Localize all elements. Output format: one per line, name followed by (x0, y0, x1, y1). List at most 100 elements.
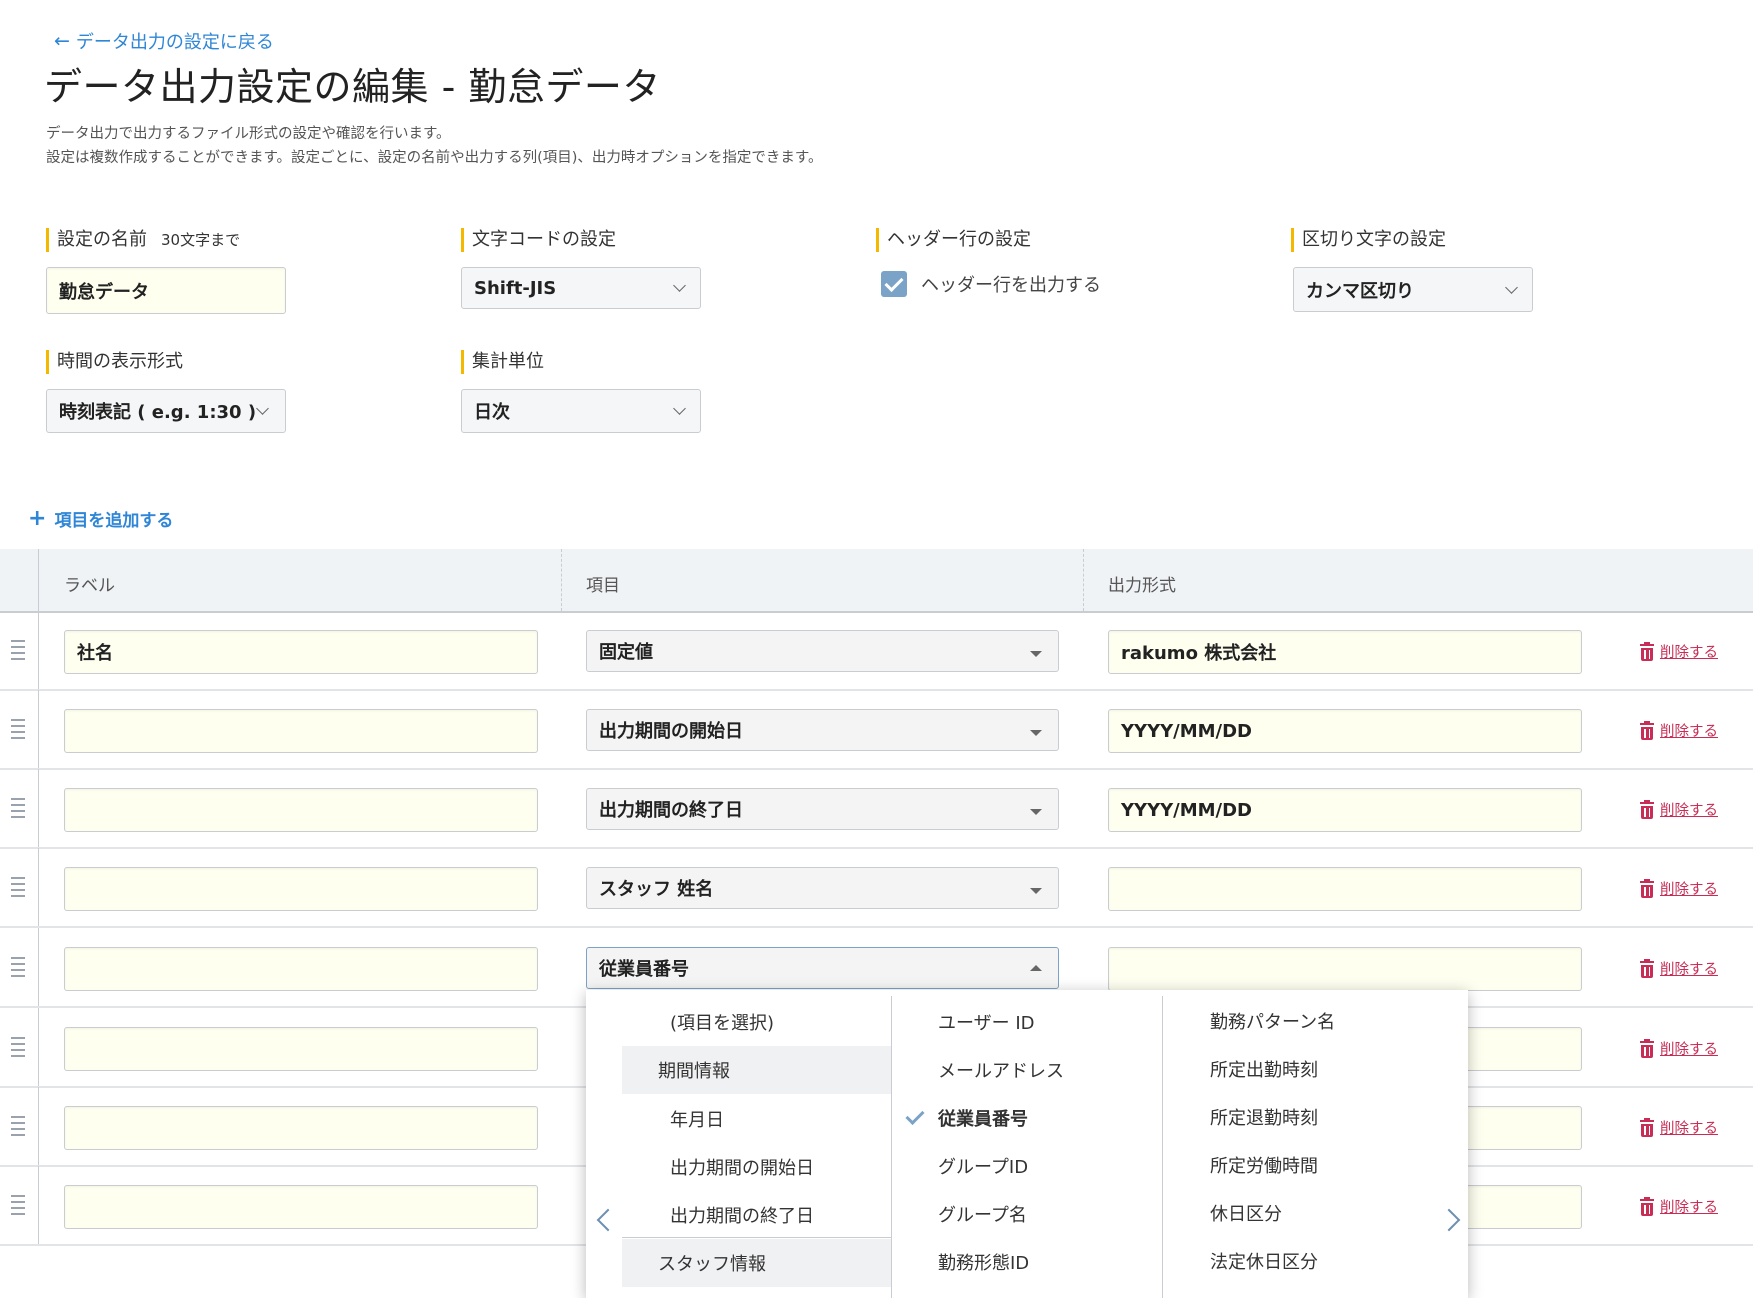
column-divider (38, 549, 39, 611)
chevron-down-icon (673, 279, 686, 292)
back-link-label: データ出力の設定に戻る (75, 32, 274, 53)
column-divider (38, 1166, 39, 1244)
column-header-item: 項目 (586, 576, 620, 596)
drag-handle-icon[interactable] (11, 1195, 25, 1219)
delete-button[interactable]: 削除する (1640, 878, 1718, 899)
header-row-checkbox[interactable] (881, 271, 907, 297)
dropdown-option[interactable]: 休日区分 (1210, 1200, 1282, 1226)
dropdown-option[interactable]: 所定労働時間 (1210, 1152, 1318, 1178)
header-row-label: ヘッダー行の設定 (876, 228, 1031, 252)
format-input[interactable]: YYYY/MM/DD (1108, 709, 1582, 753)
label-input[interactable] (64, 947, 538, 991)
header-row-checkbox-group[interactable]: ヘッダー行を出力する (881, 271, 1101, 297)
chevron-down-icon (1505, 280, 1518, 294)
time-format-select[interactable]: 時刻表記 ( e.g. 1:30 ) (46, 389, 286, 433)
dropdown-option[interactable]: 出力期間の終了日 (670, 1202, 814, 1228)
item-dropdown-menu: (項目を選択) 期間情報 年月日 出力期間の開始日 出力期間の終了日 スタッフ情… (586, 990, 1468, 1298)
item-select-value: 出力期間の開始日 (599, 721, 743, 742)
back-link[interactable]: ← データ出力の設定に戻る (54, 28, 274, 54)
delete-label: 削除する (1660, 962, 1718, 978)
trash-icon (1640, 1117, 1654, 1137)
label-input[interactable] (64, 1106, 538, 1150)
table-header: ラベル 項目 出力形式 (0, 549, 1753, 613)
label-input[interactable] (64, 1185, 538, 1229)
column-divider (561, 549, 562, 611)
label-input[interactable]: 社名 (64, 630, 538, 674)
add-item-button[interactable]: + 項目を追加する (28, 506, 173, 531)
dropdown-option[interactable]: 所定出勤時刻 (1210, 1056, 1318, 1082)
item-select[interactable]: 出力期間の開始日 (586, 709, 1059, 751)
delete-button[interactable]: 削除する (1640, 958, 1718, 979)
format-input[interactable] (1108, 947, 1582, 991)
dropdown-option[interactable]: 従業員番号 (938, 1105, 1028, 1131)
drag-handle-icon[interactable] (11, 719, 25, 743)
caret-down-icon (1030, 888, 1042, 894)
dropdown-column-1: (項目を選択) 期間情報 年月日 出力期間の開始日 出力期間の終了日 スタッフ情… (586, 990, 891, 1298)
arrow-left-icon: ← (54, 30, 70, 52)
label-input[interactable] (64, 1027, 538, 1071)
delete-label: 削除する (1660, 1042, 1718, 1058)
delete-button[interactable]: 削除する (1640, 720, 1718, 741)
item-select[interactable]: 従業員番号 (586, 947, 1059, 989)
checkmark-icon (884, 272, 904, 292)
drag-handle-icon[interactable] (11, 1116, 25, 1140)
encoding-select[interactable]: Shift-JIS (461, 267, 701, 309)
dropdown-option[interactable]: グループ名 (938, 1201, 1027, 1227)
table-row: 社名 固定値 rakumo 株式会社 削除する (0, 611, 1753, 691)
delete-button[interactable]: 削除する (1640, 799, 1718, 820)
drag-handle-icon[interactable] (11, 957, 25, 981)
delete-button[interactable]: 削除する (1640, 641, 1718, 662)
label-input[interactable] (64, 788, 538, 832)
aggregation-value: 日次 (474, 402, 510, 423)
setting-name-label: 設定の名前 30文字まで (46, 228, 240, 252)
column-divider (38, 1087, 39, 1165)
dropdown-group-label: スタッフ情報 (658, 1254, 766, 1275)
item-select-value: 固定値 (599, 642, 653, 663)
delete-button[interactable]: 削除する (1640, 1117, 1718, 1138)
chevron-down-icon (673, 402, 686, 415)
delete-label: 削除する (1660, 1121, 1718, 1137)
trash-icon (1640, 1196, 1654, 1216)
dropdown-column-2: ユーザー ID メールアドレス 従業員番号グループID グループ名勤務形態ID (892, 990, 1162, 1298)
setting-name-input[interactable]: 勤怠データ (46, 267, 286, 314)
column-divider (38, 848, 39, 926)
label-input[interactable] (64, 709, 538, 753)
format-input[interactable] (1108, 867, 1582, 911)
description-line-2: 設定は複数作成することができます。設定ごとに、設定の名前や出力する列(項目)、出… (46, 150, 823, 166)
chevron-left-icon[interactable] (596, 1208, 620, 1232)
delete-label: 削除する (1660, 882, 1718, 898)
drag-handle-icon[interactable] (11, 1037, 25, 1061)
item-select[interactable]: 出力期間の終了日 (586, 788, 1059, 830)
dropdown-option-placeholder[interactable]: (項目を選択) (670, 1009, 774, 1035)
dropdown-option[interactable]: 勤務形態ID (938, 1249, 1029, 1275)
dropdown-group-staff: スタッフ情報 (622, 1239, 891, 1287)
delete-button[interactable]: 削除する (1640, 1038, 1718, 1059)
dropdown-option[interactable]: グループID (938, 1153, 1028, 1179)
dropdown-option[interactable]: 所定退勤時刻 (1210, 1104, 1318, 1130)
delimiter-select[interactable]: カンマ区切り (1293, 267, 1533, 312)
format-input[interactable]: YYYY/MM/DD (1108, 788, 1582, 832)
dropdown-option[interactable]: 法定休日区分 (1210, 1248, 1318, 1274)
item-select[interactable]: 固定値 (586, 630, 1059, 672)
aggregation-select[interactable]: 日次 (461, 389, 701, 433)
dropdown-option[interactable]: 年月日 (670, 1106, 724, 1132)
item-select[interactable]: スタッフ 姓名 (586, 867, 1059, 909)
drag-handle-icon[interactable] (11, 798, 25, 822)
label-input[interactable] (64, 867, 538, 911)
delete-button[interactable]: 削除する (1640, 1196, 1718, 1217)
dropdown-option[interactable]: ユーザー ID (938, 1009, 1035, 1035)
format-input[interactable]: rakumo 株式会社 (1108, 630, 1582, 674)
dropdown-option[interactable]: 勤務パターン名 (1210, 1008, 1335, 1034)
dropdown-option[interactable]: 出力期間の開始日 (670, 1154, 814, 1180)
header-row-checkbox-label: ヘッダー行を出力する (921, 275, 1101, 296)
drag-handle-icon[interactable] (11, 877, 25, 901)
drag-handle-icon[interactable] (11, 640, 25, 664)
column-divider (1083, 549, 1084, 611)
table-row: 出力期間の終了日 YYYY/MM/DD 削除する (0, 769, 1753, 849)
page-title: データ出力設定の編集 - 勤怠データ (44, 65, 661, 109)
delimiter-label: 区切り文字の設定 (1291, 228, 1446, 252)
chevron-down-icon (256, 402, 269, 415)
caret-up-icon (1030, 965, 1042, 971)
column-header-label: ラベル (64, 576, 115, 596)
dropdown-option[interactable]: メールアドレス (938, 1057, 1064, 1083)
